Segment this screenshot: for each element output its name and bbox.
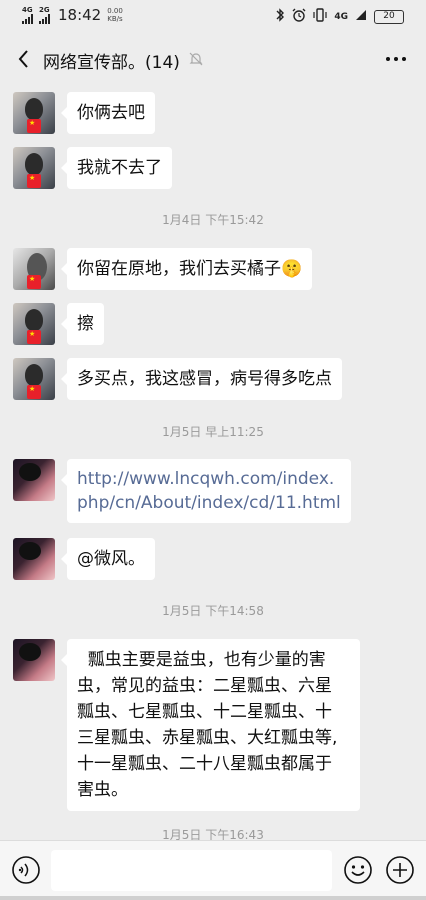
timestamp-label: 1月4日 下午15:42: [162, 213, 264, 227]
message-input[interactable]: [51, 850, 332, 891]
chat-header: 网络宣传部。(14): [0, 36, 426, 84]
alarm-icon: [292, 8, 306, 26]
chat-title[interactable]: 网络宣传部。(14): [43, 48, 180, 73]
timestamp-label: 1月5日 早上11:25: [162, 425, 264, 439]
network-speed-value: 0.00: [107, 7, 123, 15]
navigation-bar: [0, 896, 426, 900]
china-flag-icon: ★: [27, 275, 41, 289]
more-dots-icon: [386, 57, 406, 61]
mute-bell-icon: [188, 51, 204, 67]
network-speed-unit: KB/s: [107, 15, 123, 23]
signal-2: 2G: [39, 6, 50, 24]
voice-icon: [12, 856, 40, 884]
message-bubble[interactable]: 多买点，我这感冒，病号得多吃点: [61, 358, 342, 400]
signal-bars-icon: [355, 9, 367, 25]
message-link-line-2[interactable]: php/cn/About/index/cd/11.html: [77, 491, 341, 515]
battery-indicator: 20: [374, 10, 404, 24]
message-text-line: 虫，常见的益虫：二星瓢虫、六星: [77, 676, 332, 696]
status-left: 4G 2G 18:42 0.00 KB/s: [22, 6, 123, 24]
more-actions-button[interactable]: [385, 855, 415, 885]
china-flag-icon: ★: [27, 330, 41, 344]
china-flag-icon: ★: [27, 174, 41, 188]
clock: 18:42: [58, 6, 102, 24]
avatar[interactable]: [13, 538, 55, 580]
signal-bars-icon: [22, 14, 33, 24]
signal-2-label: 2G: [39, 6, 50, 14]
message-text-line: 瓢虫主要是益虫，也有少量的害: [77, 650, 326, 670]
bluetooth-icon: [275, 8, 285, 26]
status-right: 4G 20: [275, 8, 404, 26]
message-link-line-1[interactable]: http://www.lncqwh.com/index.: [77, 467, 341, 491]
status-bar: 4G 2G 18:42 0.00 KB/s 4G 20: [0, 0, 426, 34]
china-flag-icon: ★: [27, 119, 41, 133]
timestamp-label: 1月5日 下午14:58: [162, 604, 264, 618]
plus-icon: [386, 856, 414, 884]
emoji-button[interactable]: [343, 855, 373, 885]
signal-1: 4G: [22, 6, 33, 24]
vibrate-icon: [313, 8, 327, 26]
network-speed: 0.00 KB/s: [107, 7, 123, 23]
voice-input-button[interactable]: [11, 855, 41, 885]
message-bubble[interactable]: @微风。: [61, 538, 155, 580]
signal-bars-icon: [39, 14, 50, 24]
more-options-button[interactable]: [384, 47, 408, 71]
message-bubble[interactable]: http://www.lncqwh.com/index. php/cn/Abou…: [61, 459, 351, 523]
back-arrow-icon: [18, 50, 28, 68]
message-text-line: 三星瓢虫、赤星瓢虫、大红瓢虫等,: [77, 728, 338, 748]
china-flag-icon: ★: [27, 385, 41, 399]
message-bubble[interactable]: 瓢虫主要是益虫，也有少量的害 虫，常见的益虫：二星瓢虫、六星 瓢虫、七星瓢虫、十…: [61, 639, 360, 811]
avatar[interactable]: [13, 639, 55, 681]
network-type: 4G: [334, 12, 348, 22]
message-bubble[interactable]: 擦: [61, 303, 104, 345]
avatar[interactable]: [13, 459, 55, 501]
message-bubble[interactable]: 你留在原地，我们去买橘子🤫: [60, 248, 313, 290]
emoji-icon: [344, 856, 372, 884]
message-bubble[interactable]: 你俩去吧: [61, 92, 155, 134]
message-text-line: 害虫。: [77, 780, 128, 800]
back-button[interactable]: [12, 46, 38, 72]
message-text-line: 十一星瓢虫、二十八星瓢虫都属于: [77, 754, 332, 774]
signal-1-label: 4G: [22, 6, 33, 14]
message-bubble[interactable]: 我就不去了: [61, 147, 172, 189]
message-text-line: 瓢虫、七星瓢虫、十二星瓢虫、十: [77, 702, 332, 722]
input-bar: [0, 840, 426, 900]
